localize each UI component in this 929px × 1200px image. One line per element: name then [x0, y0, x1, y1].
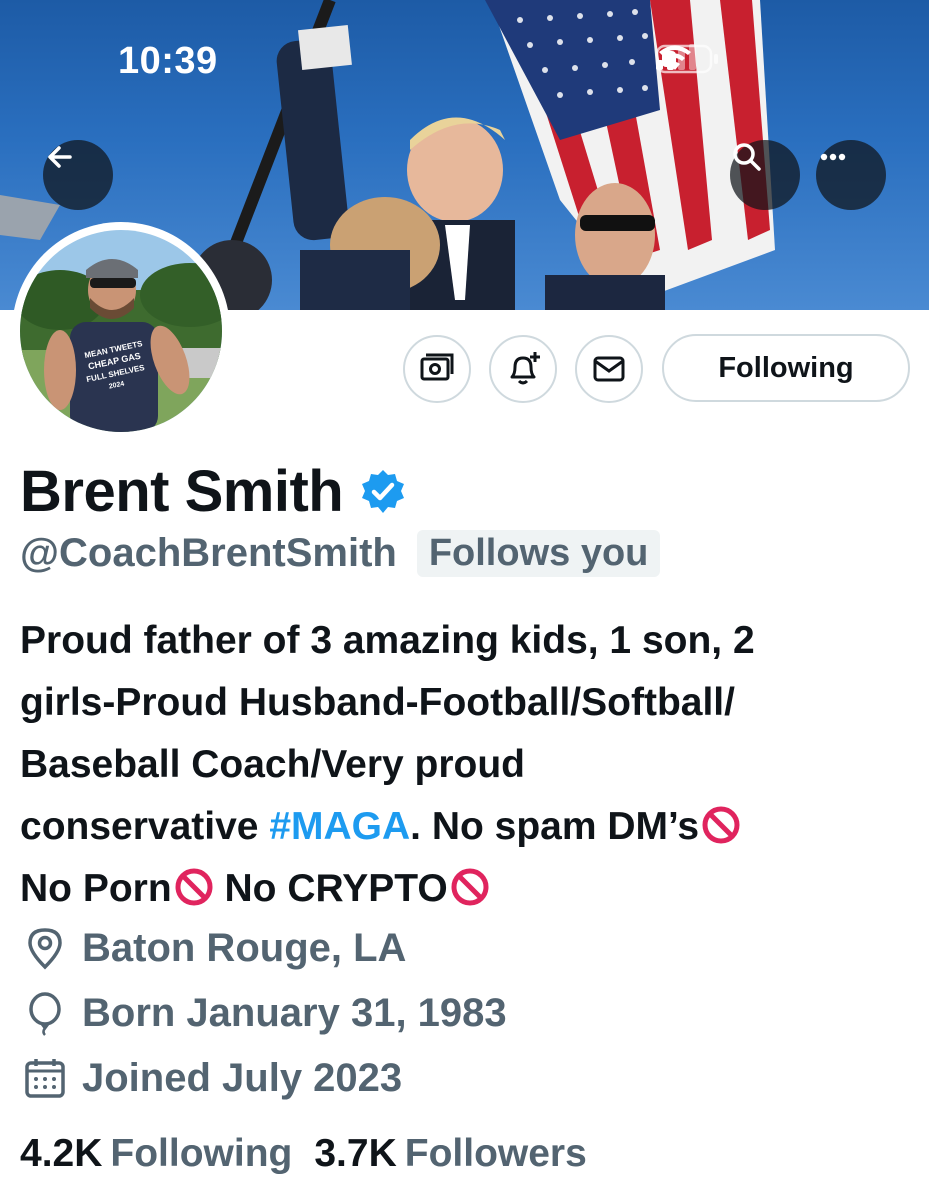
- message-button[interactable]: [575, 335, 643, 403]
- prohibited-icon: [175, 868, 213, 906]
- follow-stats: 4.2K Following 3.7K Followers: [20, 1132, 587, 1176]
- bio-text: conservative: [20, 805, 270, 848]
- notify-button[interactable]: [489, 335, 557, 403]
- calendar-icon: [25, 1059, 65, 1098]
- birthday-row: Born January 31, 1983: [22, 990, 507, 1036]
- name-row: Brent Smith: [20, 458, 407, 525]
- follows-you-badge: Follows you: [416, 530, 661, 577]
- bio: Proud father of 3 amazing kids, 1 son, 2…: [20, 610, 920, 920]
- bio-line: girls-Proud Husband-Football/Softball/: [20, 681, 735, 724]
- bio-line: Baseball Coach/Very proud: [20, 743, 526, 786]
- bell-plus-icon: [510, 352, 540, 385]
- joined-text: Joined July 2023: [82, 1055, 403, 1100]
- joined-row: Joined July 2023: [22, 1055, 402, 1101]
- arrow-left-icon: [48, 146, 72, 168]
- more-button[interactable]: [816, 140, 886, 210]
- avatar[interactable]: MEAN TWEETS CHEAP GAS FULL SHELVES 2024: [12, 222, 230, 440]
- hashtag-link[interactable]: #MAGA: [269, 805, 410, 848]
- bio-text: No Porn: [20, 867, 172, 910]
- envelope-icon: [593, 356, 625, 382]
- following-stat-link[interactable]: 4.2K Following: [20, 1132, 292, 1176]
- followers-stat-link[interactable]: 3.7K Followers: [314, 1132, 586, 1176]
- handle-row: @CoachBrentSmith Follows you: [20, 530, 661, 577]
- bio-line: No Porn No CRYPTO: [20, 858, 920, 920]
- followers-count: 3.7K: [314, 1132, 397, 1175]
- money-icon: [420, 353, 454, 381]
- location-text: Baton Rouge, LA: [82, 925, 407, 970]
- bio-text: No CRYPTO: [213, 867, 448, 910]
- location-row: Baton Rouge, LA: [22, 925, 406, 971]
- verified-badge-icon[interactable]: [359, 468, 407, 516]
- prohibited-icon: [451, 868, 489, 906]
- search-button[interactable]: [730, 140, 800, 210]
- back-button[interactable]: [43, 140, 113, 210]
- following-button[interactable]: Following: [662, 334, 910, 402]
- birthday-text: Born January 31, 1983: [82, 990, 507, 1035]
- tip-button[interactable]: [403, 335, 471, 403]
- bio-text: . No spam DM’s: [410, 805, 700, 848]
- more-horizontal-icon: [820, 153, 846, 161]
- balloon-icon: [29, 992, 61, 1036]
- bio-line: conservative #MAGA. No spam DM’s: [20, 796, 920, 858]
- bio-line: Proud father of 3 amazing kids, 1 son, 2: [20, 619, 755, 662]
- avatar-photo: MEAN TWEETS CHEAP GAS FULL SHELVES 2024: [20, 230, 222, 432]
- handle: @CoachBrentSmith: [20, 531, 397, 575]
- prohibited-icon: [702, 806, 740, 844]
- display-name: Brent Smith: [20, 459, 344, 524]
- location-pin-icon: [28, 928, 62, 970]
- battery-icon: [656, 44, 718, 74]
- followers-label: Followers: [404, 1132, 587, 1175]
- following-count: 4.2K: [20, 1132, 103, 1175]
- search-icon: [733, 143, 761, 171]
- following-label: Following: [110, 1132, 293, 1175]
- status-time: 10:39: [118, 40, 218, 82]
